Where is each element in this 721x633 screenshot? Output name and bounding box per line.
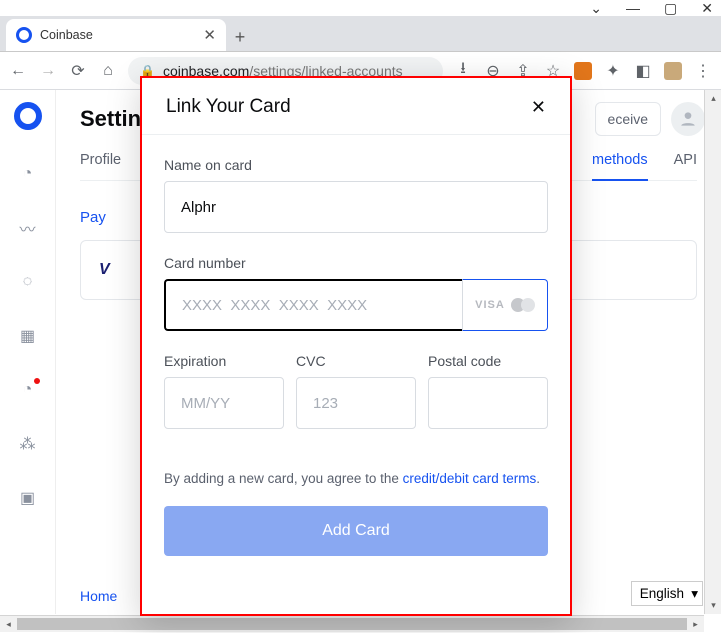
header-actions: eceive — [595, 102, 705, 136]
explore-icon[interactable]: ◌ — [18, 272, 38, 292]
scroll-down-icon[interactable]: ▾ — [705, 597, 721, 614]
cvc-group: CVC — [296, 353, 416, 429]
name-on-card-input[interactable] — [164, 181, 548, 233]
trending-icon[interactable]: 〰 — [18, 218, 38, 238]
postal-label: Postal code — [428, 353, 548, 369]
grid-icon[interactable]: ▦ — [18, 326, 38, 346]
home-icon[interactable]: ⌂ — [98, 61, 118, 81]
scrollbar-thumb[interactable] — [17, 618, 687, 630]
window-titlebar: ⌄ — ▢ ✕ — [0, 0, 721, 16]
name-on-card-group: Name on card — [164, 157, 548, 233]
browser-tab[interactable]: Coinbase ✕ — [6, 19, 226, 51]
expiration-input[interactable] — [164, 377, 284, 429]
receive-button[interactable]: eceive — [595, 102, 661, 136]
kebab-menu-icon[interactable]: ⋮ — [693, 61, 713, 81]
chevron-down-icon: ▾ — [691, 586, 698, 602]
modal-header: Link Your Card ✕ — [142, 78, 570, 135]
bell-icon[interactable]: ◔ — [18, 380, 38, 400]
metamask-extension-icon[interactable] — [573, 61, 593, 81]
chevron-down-icon[interactable]: ⌄ — [590, 0, 602, 17]
coinbase-favicon-icon — [16, 27, 32, 43]
link-card-modal: Link Your Card ✕ Name on card Card numbe… — [140, 76, 572, 616]
left-rail: ◔ 〰 ◌ ▦ ◔ ⁂ ▣ — [0, 90, 56, 614]
tab-payment-methods[interactable]: methods — [592, 152, 648, 181]
card-number-input[interactable] — [164, 279, 462, 331]
cat-extension-icon[interactable] — [663, 61, 683, 81]
name-on-card-label: Name on card — [164, 157, 548, 173]
card-number-group: Card number VISA — [164, 255, 548, 331]
scroll-up-icon[interactable]: ▴ — [705, 90, 721, 107]
language-select[interactable]: English ▾ — [631, 581, 703, 606]
visa-icon: V — [99, 261, 127, 279]
postal-input[interactable] — [428, 377, 548, 429]
expiration-group: Expiration — [164, 353, 284, 429]
avatar[interactable] — [671, 102, 705, 136]
new-tab-button[interactable]: + — [226, 23, 254, 51]
terms-link[interactable]: credit/debit card terms — [403, 471, 537, 486]
tab-profile[interactable]: Profile — [80, 152, 121, 168]
terms-text: By adding a new card, you agree to the c… — [164, 471, 548, 486]
back-icon[interactable]: ← — [8, 61, 28, 81]
cvc-label: CVC — [296, 353, 416, 369]
card-number-label: Card number — [164, 255, 548, 271]
forward-icon[interactable]: → — [38, 61, 58, 81]
reload-icon[interactable]: ⟳ — [68, 61, 88, 81]
modal-close-button[interactable]: ✕ — [531, 97, 546, 118]
maximize-icon[interactable]: ▢ — [664, 0, 677, 17]
expiration-label: Expiration — [164, 353, 284, 369]
add-card-button[interactable]: Add Card — [164, 506, 548, 556]
sidepanel-icon[interactable]: ◧ — [633, 61, 653, 81]
extensions-puzzle-icon[interactable]: ✦ — [603, 61, 623, 81]
cvc-input[interactable] — [296, 377, 416, 429]
scroll-right-icon[interactable]: ▸ — [687, 616, 704, 633]
modal-title: Link Your Card — [166, 96, 291, 118]
vertical-scrollbar[interactable]: ▴ ▾ — [704, 90, 721, 614]
postal-group: Postal code — [428, 353, 548, 429]
modal-body: Name on card Card number VISA Expiration… — [142, 135, 570, 614]
visa-icon: VISA — [475, 299, 505, 311]
card-brand-box: VISA — [462, 279, 548, 331]
gift-icon[interactable]: ▣ — [18, 488, 38, 508]
tab-api[interactable]: API — [674, 152, 697, 168]
card-details-row: Expiration CVC Postal code — [164, 353, 548, 429]
person-icon — [678, 109, 698, 129]
tab-title: Coinbase — [40, 28, 93, 42]
scroll-left-icon[interactable]: ◂ — [0, 616, 17, 633]
tab-close-icon[interactable]: ✕ — [203, 26, 216, 44]
minimize-icon[interactable]: — — [626, 0, 640, 16]
browser-tabstrip: Coinbase ✕ + — [0, 16, 721, 52]
clock-icon[interactable]: ◔ — [18, 164, 38, 184]
footer-home-link[interactable]: Home — [80, 588, 117, 604]
invite-icon[interactable]: ⁂ — [18, 434, 38, 454]
close-window-icon[interactable]: ✕ — [701, 0, 713, 17]
mastercard-icon — [511, 297, 535, 313]
horizontal-scrollbar[interactable]: ◂ ▸ — [0, 615, 704, 632]
coinbase-logo-icon[interactable] — [14, 102, 42, 130]
